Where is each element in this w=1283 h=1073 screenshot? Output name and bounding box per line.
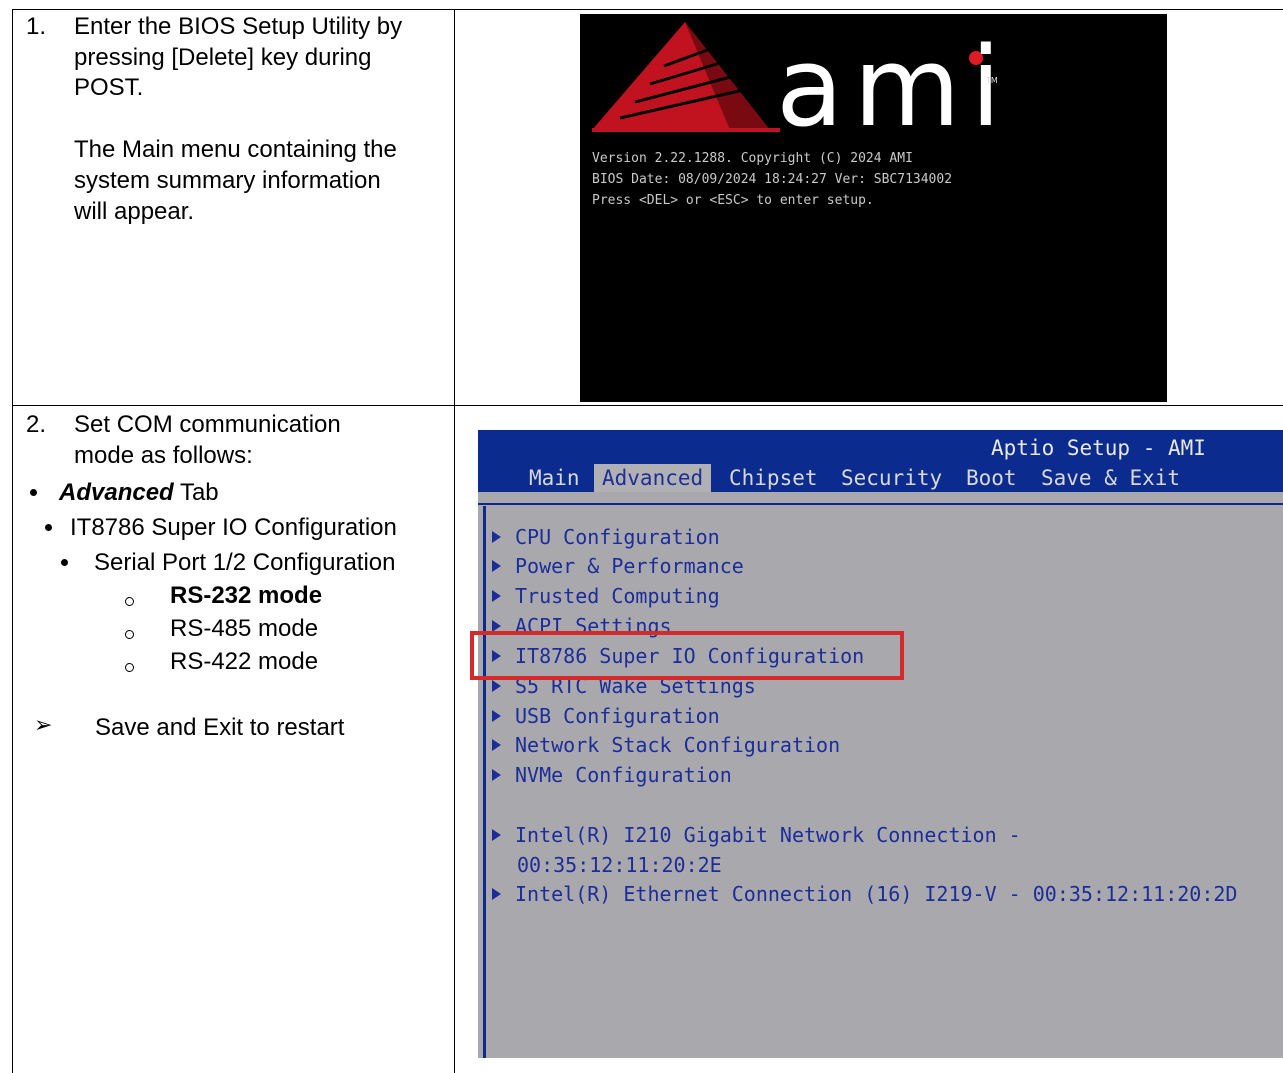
aptio-setup-screen: Aptio Setup - AMI Main Advanced Chipset … xyxy=(478,430,1283,1058)
bullet-serial-port xyxy=(61,559,68,566)
bullet-io-config xyxy=(45,524,52,531)
highlight-box-it8786 xyxy=(470,631,904,680)
bullet-rs232 xyxy=(125,597,134,606)
step-2-number: 2. xyxy=(26,411,47,438)
step-2-line-1: Set COM communication xyxy=(74,411,341,438)
menu-intel-i210[interactable]: Intel(R) I210 Gigabit Network Connection… xyxy=(492,822,1021,848)
arrow-bullet-icon: ➢ xyxy=(34,713,53,738)
ami-press-line: Press <DEL> or <ESC> to enter setup. xyxy=(592,193,874,208)
ami-version-line: Version 2.22.1288. Copyright (C) 2024 AM… xyxy=(592,151,913,166)
arrow-right-icon xyxy=(492,680,501,692)
arrow-right-icon xyxy=(492,769,501,781)
arrow-right-icon xyxy=(492,888,501,900)
step-1-line-2: pressing [Delete] key during xyxy=(74,44,372,71)
tab-chipset[interactable]: Chipset xyxy=(729,464,818,492)
arrow-right-icon xyxy=(492,710,501,722)
mode-rs232: RS-232 mode xyxy=(170,582,323,609)
ami-trademark: TM xyxy=(986,76,998,85)
bullet-advanced xyxy=(30,489,37,496)
aptio-top-rule xyxy=(478,503,1283,505)
menu-power-performance[interactable]: Power & Performance xyxy=(492,553,744,579)
mode-rs485: RS-485 mode xyxy=(170,615,319,642)
ami-bios-date-line: BIOS Date: 08/09/2024 18:24:27 Ver: SBC7… xyxy=(592,172,953,187)
arrow-right-icon xyxy=(492,531,501,543)
menu-intel-i210-mac: 00:35:12:11:20:2E xyxy=(517,853,722,877)
tab-boot[interactable]: Boot xyxy=(966,464,1017,492)
step-1-number: 1. xyxy=(26,13,47,40)
aptio-title: Aptio Setup - AMI xyxy=(991,436,1206,460)
tab-save-exit[interactable]: Save & Exit xyxy=(1041,464,1180,492)
bullet-rs422 xyxy=(125,663,134,672)
tab-security[interactable]: Security xyxy=(841,464,942,492)
table-column-divider xyxy=(454,9,455,1073)
menu-usb-configuration[interactable]: USB Configuration xyxy=(492,703,720,729)
step-2-line-2: mode as follows: xyxy=(74,442,253,469)
step-1-para2-line-1: The Main menu containing the xyxy=(74,136,397,163)
save-exit-label: Save and Exit to restart xyxy=(95,714,345,741)
menu-intel-i219v[interactable]: Intel(R) Ethernet Connection (16) I219-V… xyxy=(492,881,1237,907)
arrow-right-icon xyxy=(492,560,501,572)
table-row-divider xyxy=(12,405,1283,406)
ami-logo-text: ami xyxy=(776,23,1012,151)
aptio-left-rule xyxy=(483,506,486,1058)
step-1-line-1: Enter the BIOS Setup Utility by xyxy=(74,13,403,40)
step-1-para2-line-3: will appear. xyxy=(74,198,195,225)
table-left-border xyxy=(12,9,13,1073)
mode-rs422: RS-422 mode xyxy=(170,648,319,675)
table-top-border xyxy=(12,9,1283,10)
io-config-label: IT8786 Super IO Configuration xyxy=(70,514,397,541)
step-1-para2-line-2: system summary information xyxy=(74,167,381,194)
ami-post-screen: ami TM Version 2.22.1288. Copyright (C) … xyxy=(580,14,1167,402)
aptio-header: Aptio Setup - AMI Main Advanced Chipset … xyxy=(478,430,1283,492)
arrow-right-icon xyxy=(492,739,501,751)
menu-trusted-computing[interactable]: Trusted Computing xyxy=(492,583,720,609)
tab-advanced[interactable]: Advanced xyxy=(594,464,712,492)
serial-port-label: Serial Port 1/2 Configuration xyxy=(94,549,396,576)
arrow-right-icon xyxy=(492,590,501,602)
tab-main[interactable]: Main xyxy=(529,464,580,492)
menu-network-stack[interactable]: Network Stack Configuration xyxy=(492,732,840,758)
menu-nvme-configuration[interactable]: NVMe Configuration xyxy=(492,762,732,788)
menu-cpu-configuration[interactable]: CPU Configuration xyxy=(492,524,720,550)
bullet-rs485 xyxy=(125,630,134,639)
advanced-tab-label: Advanced Tab xyxy=(59,479,219,506)
arrow-right-icon xyxy=(492,829,501,841)
step-1-line-3: POST. xyxy=(74,74,144,101)
